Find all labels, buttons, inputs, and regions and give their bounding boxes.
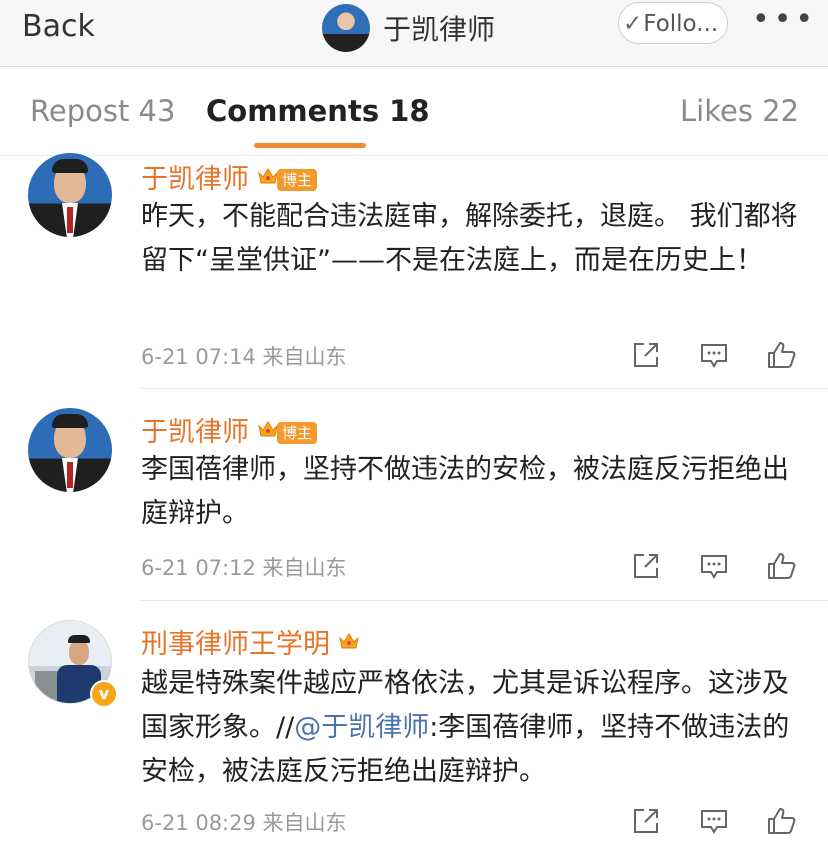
- like-icon[interactable]: [765, 339, 797, 371]
- blogger-badge: 博主: [257, 161, 318, 191]
- comment-actions: [630, 550, 810, 584]
- like-icon[interactable]: [765, 550, 797, 582]
- crown-badge: [338, 626, 360, 652]
- comment-item: 于凯律师 博主 李国蓓律师，坚持不做违法的安检，被法庭反污拒绝出庭辩护。 6-2…: [0, 408, 828, 603]
- share-icon[interactable]: [630, 550, 662, 582]
- divider: [141, 388, 828, 389]
- nav-title: 于凯律师: [383, 13, 496, 46]
- crown-icon: [258, 168, 278, 184]
- comment-item: 于凯律师 博主 昨天，不能配合违法庭审，解除委托，退庭。 我们都将留下“呈堂供证…: [0, 153, 828, 390]
- comment-time: 6-21 07:14: [141, 345, 256, 369]
- author-name: 于凯律师: [141, 417, 249, 448]
- mention-link[interactable]: @于凯律师: [294, 712, 429, 743]
- comment-text: 越是特殊案件越应严格依法，尤其是诉讼程序。这涉及国家形象。//@于凯律师:李国蓓…: [141, 662, 811, 794]
- active-tab-indicator: [254, 143, 366, 148]
- comment-icon[interactable]: [698, 550, 730, 582]
- follow-label: Follo...: [643, 11, 719, 37]
- comment-time: 6-21 07:12: [141, 556, 256, 580]
- blogger-badge: 博主: [257, 414, 318, 444]
- comment-meta: 6-21 07:14 来自山东: [141, 341, 347, 371]
- author-name: 刑事律师王学明: [141, 629, 330, 660]
- verified-icon: v: [90, 680, 118, 708]
- comment-author[interactable]: 刑事律师王学明: [141, 622, 360, 661]
- tab-repost[interactable]: Repost 43: [30, 94, 175, 128]
- follow-button[interactable]: ✓Follo...: [618, 2, 728, 44]
- comment-icon[interactable]: [698, 805, 730, 837]
- divider: [141, 600, 828, 601]
- share-icon[interactable]: [630, 805, 662, 837]
- nav-bar: Back 于凯律师 ✓Follo... •••: [0, 0, 828, 67]
- badge-label: 博主: [277, 422, 318, 444]
- comment-text: 李国蓓律师，坚持不做违法的安检，被法庭反污拒绝出庭辩护。: [141, 454, 789, 529]
- comment-icon[interactable]: [698, 339, 730, 371]
- comment-actions: [630, 339, 810, 373]
- tab-bar: Repost 43 Comments 18 Likes 22: [0, 67, 828, 156]
- avatar[interactable]: [28, 153, 112, 237]
- comment-source: 来自山东: [262, 345, 347, 369]
- comment-item: v 刑事律师王学明 越是特殊案件越应严格依法，尤其是诉讼程序。这涉及国家形象。/…: [0, 620, 828, 851]
- tab-comments[interactable]: Comments 18: [206, 94, 430, 128]
- share-icon[interactable]: [630, 339, 662, 371]
- tab-likes[interactable]: Likes 22: [680, 94, 799, 128]
- crown-icon: [258, 421, 278, 437]
- crown-icon: [339, 633, 359, 649]
- comment-meta: 6-21 07:12 来自山东: [141, 552, 347, 582]
- check-icon: ✓: [623, 11, 643, 37]
- comment-meta: 6-21 08:29 来自山东: [141, 807, 347, 837]
- back-button[interactable]: Back: [22, 9, 95, 44]
- comment-author[interactable]: 于凯律师 博主: [141, 157, 318, 196]
- comment-author[interactable]: 于凯律师 博主: [141, 410, 318, 449]
- comment-source: 来自山东: [262, 556, 347, 580]
- avatar[interactable]: [28, 408, 112, 492]
- comment-source: 来自山东: [262, 811, 347, 835]
- comment-time: 6-21 08:29: [141, 811, 256, 835]
- nav-avatar[interactable]: [322, 4, 370, 52]
- comment-text: 昨天，不能配合违法庭审，解除委托，退庭。 我们都将留下“呈堂供证”——不是在法庭…: [141, 201, 798, 276]
- badge-label: 博主: [277, 169, 318, 191]
- comment-actions: [630, 805, 810, 839]
- like-icon[interactable]: [765, 805, 797, 837]
- author-name: 于凯律师: [141, 164, 249, 195]
- more-options-icon[interactable]: •••: [752, 2, 817, 37]
